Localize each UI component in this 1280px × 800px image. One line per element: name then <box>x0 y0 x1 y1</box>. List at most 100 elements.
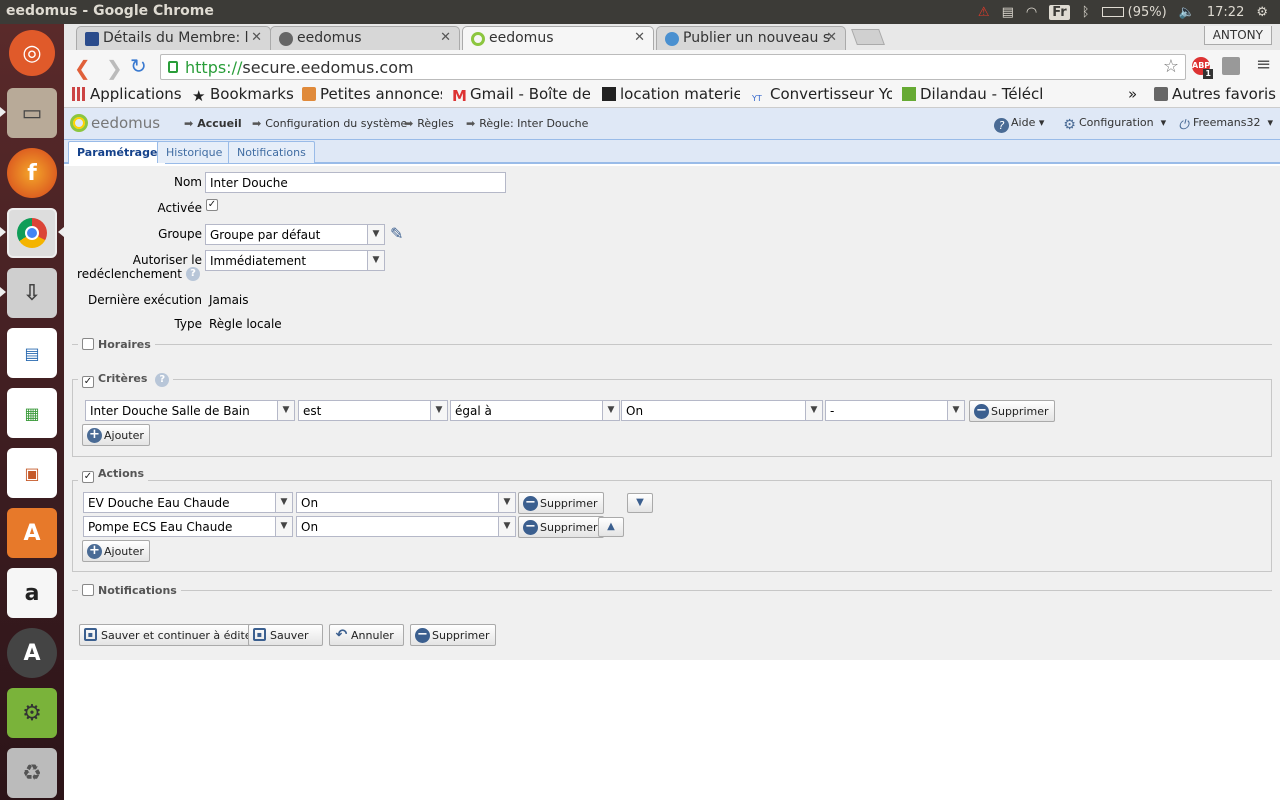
impress-icon[interactable]: ▣ <box>7 448 57 498</box>
action-device-select[interactable]: EV Douche Eau Chaude ▼ <box>83 492 293 513</box>
eedomus-logo[interactable]: eedomus <box>70 114 160 132</box>
name-field[interactable]: Inter Douche <box>205 172 506 193</box>
address-bar[interactable]: https://secure.eedomus.com ☆ <box>160 54 1186 80</box>
menu-label: Configuration <box>1079 116 1154 129</box>
add-criteria-button[interactable]: + Ajouter <box>82 424 150 446</box>
breadcrumb-config[interactable]: ➡ Configuration du système <box>252 117 407 130</box>
tab-parametrage[interactable]: Paramétrage <box>68 141 167 164</box>
notifications-checkbox[interactable] <box>82 584 94 596</box>
bookmark-convertisseur[interactable]: YT Convertisseur Yo <box>752 85 892 108</box>
close-icon[interactable]: ✕ <box>634 30 645 45</box>
browser-tab-active[interactable]: eedomus ✕ <box>462 26 654 51</box>
chrome-menu-icon[interactable]: ≡ <box>1256 54 1271 75</box>
browser-tab[interactable]: Publier un nouveau s ✕ <box>656 26 846 50</box>
power-icon[interactable]: ⚙ <box>1256 5 1268 20</box>
volume-icon[interactable]: 🔈 <box>1179 5 1195 20</box>
breadcrumb-home[interactable]: ➡ Accueil <box>184 117 242 130</box>
annonces-icon <box>302 87 316 101</box>
action-device-select[interactable]: Pompe ECS Eau Chaude ▼ <box>83 516 293 537</box>
forward-icon[interactable]: ❯ <box>106 56 123 80</box>
amazon-icon[interactable]: a <box>7 568 57 618</box>
horaires-checkbox[interactable] <box>82 338 94 350</box>
group-select[interactable]: Groupe par défaut ▼ <box>205 224 385 245</box>
delete-action-button[interactable]: − Supprimer <box>518 516 604 538</box>
move-up-button[interactable]: ▲ <box>598 517 624 537</box>
bluetooth-icon[interactable]: ᛒ <box>1082 5 1090 20</box>
chevron-down-icon: ▼ <box>602 401 619 420</box>
move-down-button[interactable]: ▼ <box>627 493 653 513</box>
plus-icon: + <box>87 544 102 559</box>
action-value-select[interactable]: On ▼ <box>296 516 516 537</box>
browser-tab[interactable]: Détails du Membre: l ✕ <box>76 26 271 50</box>
keyboard-layout[interactable]: Fr <box>1049 4 1070 20</box>
extension-icon[interactable] <box>1222 57 1240 75</box>
tab-historique[interactable]: Historique <box>157 141 232 163</box>
close-icon[interactable]: ✕ <box>826 30 837 45</box>
system-settings-icon[interactable]: ⚙ <box>7 688 57 738</box>
close-icon[interactable]: ✕ <box>440 30 451 45</box>
browser-tab[interactable]: eedomus ✕ <box>270 26 460 50</box>
criteria-op-select[interactable]: est ▼ <box>298 400 448 421</box>
edit-pencil-icon[interactable]: ✎ <box>390 224 403 243</box>
bookmark-star-icon[interactable]: ☆ <box>1163 56 1179 77</box>
other-bookmarks[interactable]: Autres favoris <box>1154 85 1276 103</box>
criteria-extra-select[interactable]: - ▼ <box>825 400 965 421</box>
help-icon[interactable]: ? <box>186 267 200 281</box>
retrigger-select[interactable]: Immédiatement ▼ <box>205 250 385 271</box>
save-continue-button[interactable]: ▪ Sauver et continuer à éditer <box>79 624 263 646</box>
breadcrumb-rule[interactable]: ➡ Règle: Inter Douche <box>466 117 588 130</box>
more-bookmarks[interactable]: » <box>1128 85 1137 103</box>
adblock-icon[interactable]: ABP 1 <box>1192 57 1213 79</box>
bookmark-applications[interactable]: Applications <box>72 85 182 103</box>
user-menu[interactable]: ⏻ Freemans32 ▾ <box>1176 116 1273 133</box>
close-icon[interactable]: ✕ <box>251 30 262 45</box>
bookmark-label: Gmail - Boîte de r <box>470 85 590 103</box>
calc-icon[interactable]: ▦ <box>7 388 57 438</box>
wifi-icon[interactable]: ◠ <box>1026 5 1037 20</box>
clock[interactable]: 17:22 <box>1207 5 1244 20</box>
software-center-icon[interactable]: A <box>7 508 57 558</box>
active-label: Activée <box>157 201 202 215</box>
action-value-select[interactable]: On ▼ <box>296 492 516 513</box>
trash-icon[interactable]: ♻ <box>7 748 57 798</box>
button-label: Supprimer <box>991 405 1049 418</box>
bookmark-bookmarks[interactable]: ★ Bookmarks <box>192 85 294 103</box>
actions-checkbox[interactable]: ✓ <box>82 471 94 483</box>
configuration-menu[interactable]: ⚙ Configuration ▾ <box>1062 116 1166 133</box>
criteria-value-select[interactable]: On ▼ <box>621 400 823 421</box>
button-label: Supprimer <box>432 629 490 642</box>
criteria-device-select[interactable]: Inter Douche Salle de Bain ▼ <box>85 400 295 421</box>
tab-notifications[interactable]: Notifications <box>228 141 315 163</box>
printer-icon[interactable]: ▤ <box>1002 5 1014 20</box>
help-icon[interactable]: ? <box>155 373 170 387</box>
save-button[interactable]: ▪ Sauver <box>248 624 323 646</box>
battery-indicator[interactable]: (95%) <box>1101 5 1167 20</box>
bookmark-location[interactable]: location materiel <box>602 85 740 103</box>
new-tab-button[interactable] <box>851 29 885 45</box>
files-icon[interactable]: ▭ <box>7 88 57 138</box>
warning-icon[interactable]: ⚠ <box>978 5 990 20</box>
add-action-button[interactable]: + Ajouter <box>82 540 150 562</box>
updater-icon[interactable]: A <box>7 628 57 678</box>
delete-action-button[interactable]: − Supprimer <box>518 492 604 514</box>
profile-button[interactable]: ANTONY <box>1203 26 1272 45</box>
reload-icon[interactable]: ↻ <box>130 54 147 78</box>
delete-criteria-button[interactable]: − Supprimer <box>969 400 1055 422</box>
bookmark-dilandau[interactable]: Dilandau - Téléch <box>902 85 1042 103</box>
breadcrumb-rules[interactable]: ➡ Règles <box>404 117 454 130</box>
minus-icon: − <box>523 520 538 535</box>
criteria-checkbox[interactable]: ✓ <box>82 376 94 388</box>
ubuntu-dash-icon[interactable]: ◎ <box>9 30 55 76</box>
criteria-op: est <box>303 404 322 418</box>
firefox-icon[interactable]: f <box>7 148 57 198</box>
writer-icon[interactable]: ▤ <box>7 328 57 378</box>
bookmark-petites-annonces[interactable]: Petites annonces <box>302 85 442 103</box>
bookmark-gmail[interactable]: M Gmail - Boîte de r <box>452 85 590 103</box>
system-top-bar: eedomus - Google Chrome ⚠ ▤ ◠ Fr ᛒ (95%)… <box>0 0 1280 24</box>
delete-rule-button[interactable]: − Supprimer <box>410 624 496 646</box>
cancel-button[interactable]: ↶ Annuler <box>329 624 404 646</box>
back-icon[interactable]: ❮ <box>74 56 91 80</box>
criteria-compare-select[interactable]: égal à ▼ <box>450 400 620 421</box>
help-menu[interactable]: ? Aide ▾ <box>994 116 1044 133</box>
active-checkbox[interactable]: ✓ <box>206 199 218 211</box>
